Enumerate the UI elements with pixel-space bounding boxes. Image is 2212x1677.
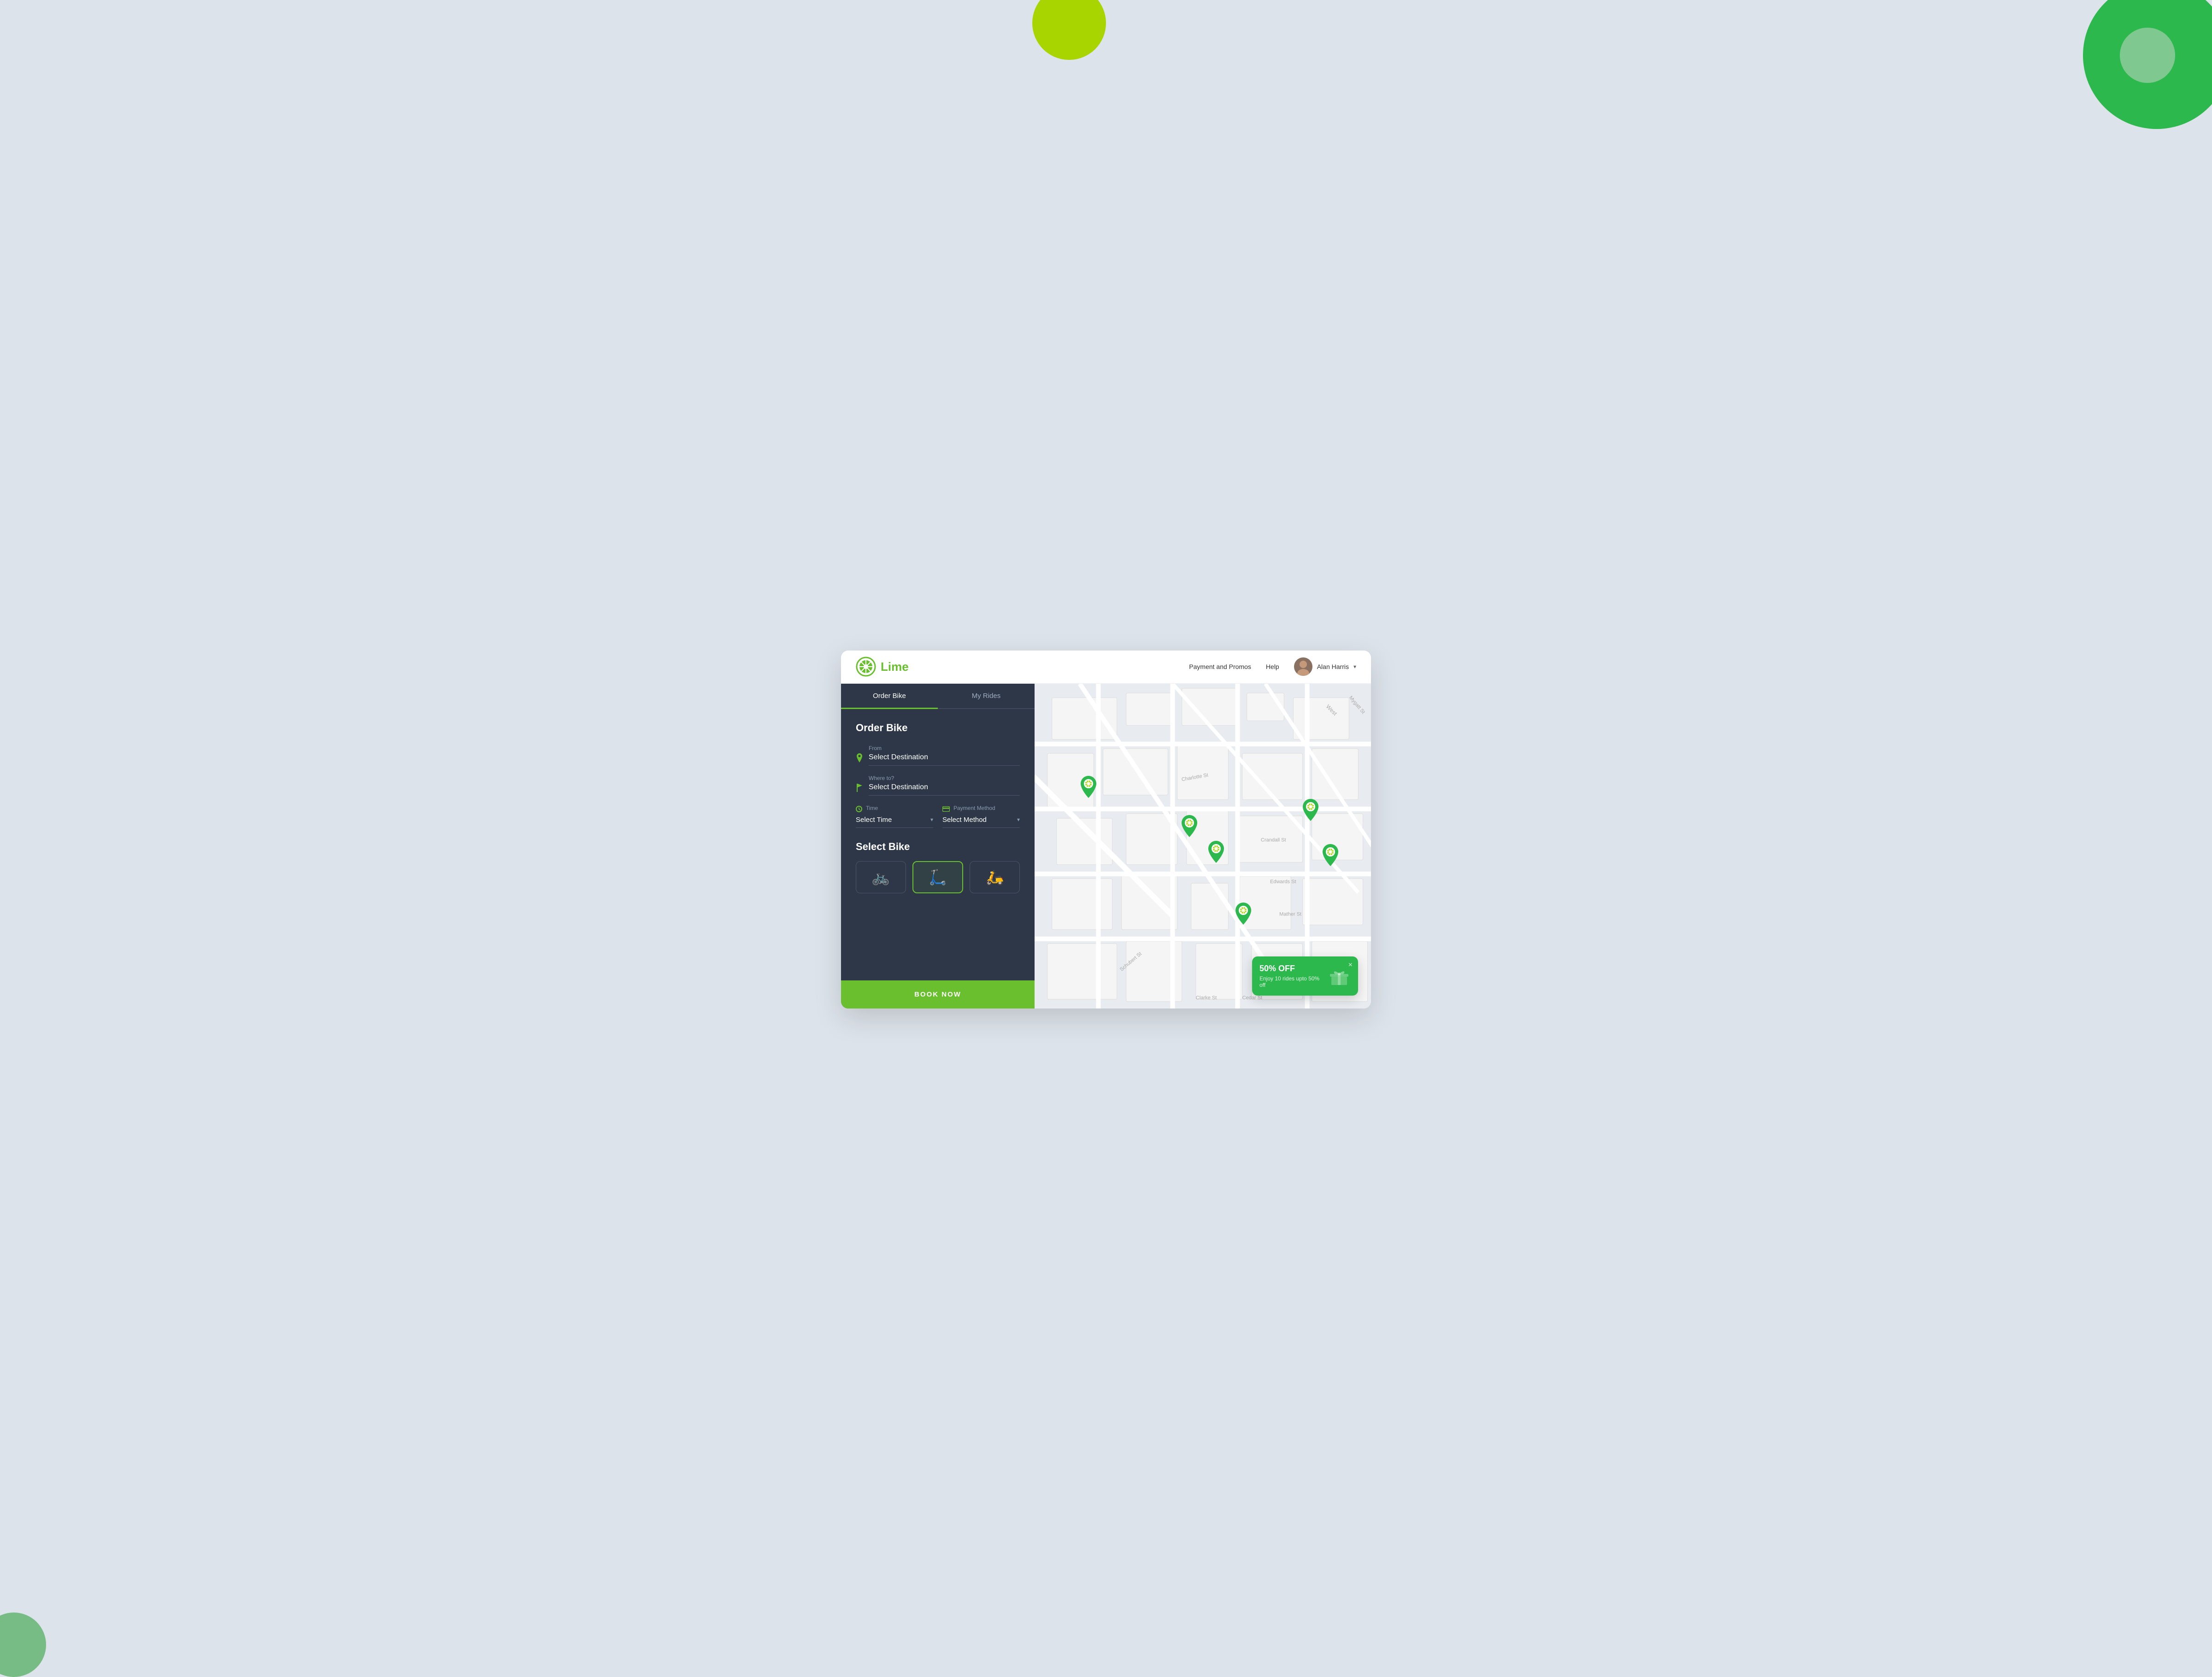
nav-payment-promos[interactable]: Payment and Promos	[1189, 663, 1251, 670]
where-field-group: Where to? Select Destination	[856, 775, 1020, 796]
nav-help[interactable]: Help	[1266, 663, 1279, 670]
payment-value: Select Method	[942, 816, 987, 824]
where-field-content[interactable]: Where to? Select Destination	[869, 775, 1020, 796]
app-window: Lime Payment and Promos Help Alan Harris…	[841, 651, 1371, 1009]
svg-text:Clarke St: Clarke St	[1196, 995, 1217, 1000]
promo-description: Enjoy 10 rides upto 50% off	[1259, 975, 1322, 988]
payment-select[interactable]: Select Method ▾	[942, 816, 1020, 828]
from-value: Select Destination	[869, 753, 1020, 766]
decorative-circle-tr-inner	[2120, 28, 2175, 83]
sidebar-body: Order Bike From Select Destination	[841, 709, 1035, 980]
chevron-down-icon: ▾	[1353, 663, 1356, 670]
gift-icon	[1328, 964, 1351, 987]
svg-text:Cedar St: Cedar St	[1242, 995, 1263, 1000]
time-label: Time	[866, 805, 878, 811]
time-payment-row: Time Select Time ▾ P	[856, 805, 1020, 828]
user-avatar	[1294, 657, 1312, 676]
from-field-group: From Select Destination	[856, 745, 1020, 766]
from-field-content[interactable]: From Select Destination	[869, 745, 1020, 766]
logo-area: Lime	[856, 657, 1189, 677]
user-name: Alan Harris	[1317, 663, 1349, 670]
map-pin-5[interactable]	[1301, 799, 1320, 823]
promo-title: 50% OFF	[1259, 964, 1322, 973]
map-area[interactable]: West Mygatt St Charlotte St Crandall St …	[1035, 684, 1371, 1009]
payment-icon	[942, 806, 950, 812]
promo-popup: × 50% OFF Enjoy 10 rides upto 50% off	[1252, 956, 1358, 996]
from-field-row: From Select Destination	[856, 745, 1020, 766]
book-now-button[interactable]: BOOK NOW	[841, 980, 1035, 1009]
decorative-circle-bl	[0, 1612, 46, 1677]
bike-option-scooter[interactable]: 🛴	[912, 861, 964, 893]
sidebar: Order Bike My Rides Order Bike	[841, 684, 1035, 1009]
svg-text:Edwards St: Edwards St	[1270, 879, 1296, 885]
where-field-row: Where to? Select Destination	[856, 775, 1020, 796]
user-area[interactable]: Alan Harris ▾	[1294, 657, 1356, 676]
promo-close-button[interactable]: ×	[1348, 961, 1353, 969]
map-pin-2[interactable]	[1180, 815, 1199, 839]
svg-text:Crandall St: Crandall St	[1261, 837, 1286, 843]
bicycle-icon: 🚲	[871, 868, 890, 886]
scooter-icon: 🛴	[929, 868, 947, 886]
lime-logo-icon	[856, 657, 876, 677]
map-pin-4[interactable]	[1234, 903, 1253, 927]
order-bike-title: Order Bike	[856, 722, 1020, 734]
time-select[interactable]: Select Time ▾	[856, 816, 933, 828]
map-pin-6[interactable]	[1321, 844, 1340, 868]
bike-option-moped[interactable]: 🛵	[970, 861, 1020, 893]
time-value: Select Time	[856, 816, 892, 824]
clock-icon	[856, 806, 862, 812]
flag-icon	[856, 783, 863, 795]
time-chevron-icon: ▾	[930, 816, 933, 823]
moped-icon: 🛵	[986, 868, 1004, 886]
where-label: Where to?	[869, 775, 1020, 781]
sidebar-tabs: Order Bike My Rides	[841, 684, 1035, 709]
tab-my-rides[interactable]: My Rides	[938, 684, 1035, 708]
payment-field-group: Payment Method Select Method ▾	[942, 805, 1020, 828]
bike-options: 🚲 🛴 🛵	[856, 861, 1020, 893]
from-label: From	[869, 745, 1020, 751]
logo-text: Lime	[881, 660, 909, 674]
bike-option-bicycle[interactable]: 🚲	[856, 861, 906, 893]
payment-chevron-icon: ▾	[1017, 816, 1020, 823]
payment-label: Payment Method	[953, 805, 995, 811]
tab-order-bike[interactable]: Order Bike	[841, 684, 938, 708]
select-bike-title: Select Bike	[856, 841, 1020, 853]
header-nav: Payment and Promos Help	[1189, 663, 1279, 670]
main-content: Order Bike My Rides Order Bike	[841, 684, 1371, 1009]
decorative-circle-top	[1032, 0, 1106, 60]
map-pin-1[interactable]	[1079, 776, 1098, 800]
header: Lime Payment and Promos Help Alan Harris…	[841, 651, 1371, 684]
promo-text: 50% OFF Enjoy 10 rides upto 50% off	[1259, 964, 1322, 988]
time-field-group: Time Select Time ▾	[856, 805, 933, 828]
where-value: Select Destination	[869, 783, 1020, 796]
map-pin-3[interactable]	[1207, 841, 1225, 865]
svg-text:Mather St: Mather St	[1279, 911, 1301, 917]
location-icon	[856, 753, 863, 765]
